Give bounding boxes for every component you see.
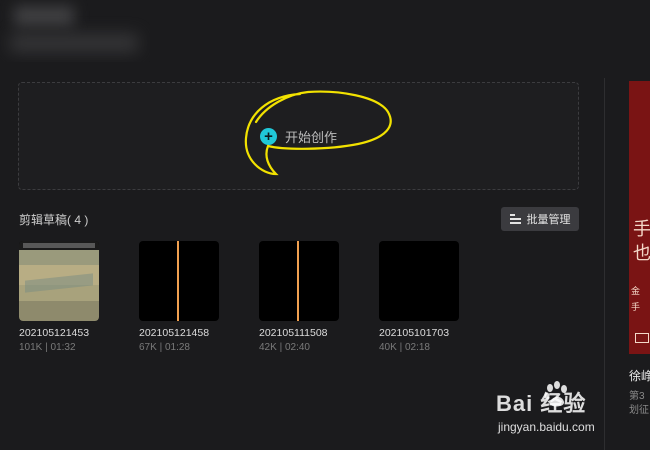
banner-glyph: 也: [633, 243, 650, 263]
baidu-watermark: Bai 经验 jingyan.baidu.com: [496, 380, 626, 442]
panel-divider: [604, 78, 605, 450]
template-sub: 第3: [629, 391, 645, 402]
draft-card[interactable]: 202105101703 40K | 02:18: [379, 241, 459, 353]
banner-glyph: 手: [633, 219, 650, 239]
batch-manage-label: 批量管理: [526, 214, 571, 226]
draft-meta: 40K | 02:18: [379, 342, 430, 353]
draft-name: 202105121458: [139, 327, 210, 339]
draft-thumbnail[interactable]: [139, 241, 219, 321]
envelope-icon: [635, 333, 649, 343]
draft-thumbnail[interactable]: [19, 241, 99, 321]
draft-name: 202105111508: [259, 327, 328, 339]
batch-manage-button[interactable]: 批量管理: [501, 207, 579, 231]
draft-thumbnail[interactable]: [379, 241, 459, 321]
template-banner[interactable]: 手也 金手: [629, 81, 650, 354]
banner-small-text: 手: [631, 302, 641, 312]
draft-thumbnail[interactable]: [259, 241, 339, 321]
plus-icon: +: [260, 128, 277, 145]
template-title: 徐峥: [629, 369, 650, 383]
list-manage-icon: [509, 214, 521, 224]
draft-meta: 67K | 01:28: [139, 342, 190, 353]
draft-card[interactable]: 202105121453 101K | 01:32: [19, 241, 99, 353]
template-sub: 划征: [629, 405, 649, 416]
drafts-title: 剪辑草稿( 4 ): [19, 213, 89, 227]
template-info[interactable]: 徐峥 第3 划征: [629, 368, 650, 418]
watermark-main: Bai 经验: [496, 391, 587, 416]
start-create-button[interactable]: + 开始创作: [260, 127, 337, 146]
draft-name: 202105101703: [379, 327, 450, 339]
draft-meta: 42K | 02:40: [259, 342, 310, 353]
blurred-header: [0, 0, 150, 62]
banner-small-text: 金: [631, 286, 641, 296]
paw-icon: [544, 381, 567, 407]
draft-card[interactable]: 202105121458 67K | 01:28: [139, 241, 219, 353]
draft-name: 202105121453: [19, 327, 90, 339]
draft-card[interactable]: 202105111508 42K | 02:40: [259, 241, 339, 353]
watermark-url: jingyan.baidu.com: [498, 420, 595, 434]
draft-meta: 101K | 01:32: [19, 342, 76, 353]
start-create-label: 开始创作: [285, 130, 338, 145]
